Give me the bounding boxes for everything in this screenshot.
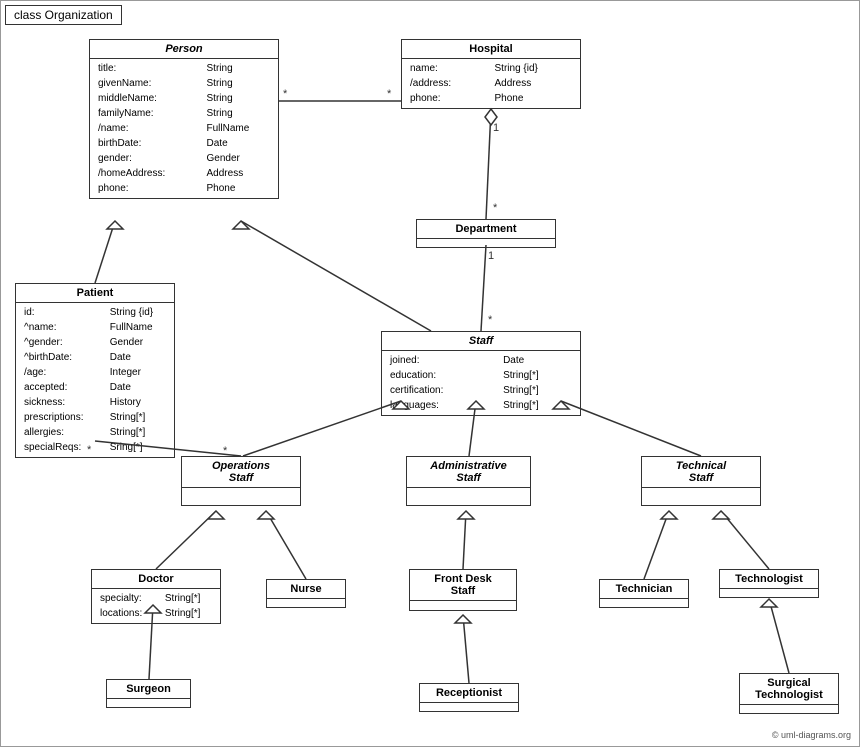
class-nurse-body xyxy=(267,599,345,607)
copyright-text: © uml-diagrams.org xyxy=(772,730,851,740)
class-technologist: Technologist xyxy=(719,569,819,598)
class-patient: Patient id:String {id} ^name:FullName ^g… xyxy=(15,283,175,458)
svg-text:*: * xyxy=(387,88,392,100)
class-technician-header: Technician xyxy=(600,580,688,599)
class-nurse-header: Nurse xyxy=(267,580,345,599)
class-person-body: title:String givenName:String middleName… xyxy=(90,59,278,198)
class-technician-body xyxy=(600,599,688,607)
class-front-desk-staff-body xyxy=(410,601,516,609)
svg-text:*: * xyxy=(493,202,498,214)
class-patient-body: id:String {id} ^name:FullName ^gender:Ge… xyxy=(16,303,174,457)
class-receptionist-header: Receptionist xyxy=(420,684,518,703)
class-staff-body: joined:Date education:String[*] certific… xyxy=(382,351,580,415)
class-staff-header: Staff xyxy=(382,332,580,351)
class-technologist-header: Technologist xyxy=(720,570,818,589)
class-patient-header: Patient xyxy=(16,284,174,303)
class-surgeon-header: Surgeon xyxy=(107,680,190,699)
class-surgical-technologist: SurgicalTechnologist xyxy=(739,673,839,714)
class-operations-staff: OperationsStaff xyxy=(181,456,301,506)
class-staff: Staff joined:Date education:String[*] ce… xyxy=(381,331,581,416)
class-administrative-staff-body xyxy=(407,488,530,496)
class-person-header: Person xyxy=(90,40,278,59)
class-doctor-header: Doctor xyxy=(92,570,220,589)
class-operations-staff-body xyxy=(182,488,300,496)
svg-text:1: 1 xyxy=(493,122,499,134)
class-technical-staff: TechnicalStaff xyxy=(641,456,761,506)
class-nurse: Nurse xyxy=(266,579,346,608)
class-receptionist: Receptionist xyxy=(419,683,519,712)
class-technician: Technician xyxy=(599,579,689,608)
class-front-desk-staff-header: Front DeskStaff xyxy=(410,570,516,601)
class-front-desk-staff: Front DeskStaff xyxy=(409,569,517,611)
class-technical-staff-header: TechnicalStaff xyxy=(642,457,760,488)
diagram-title: class Organization xyxy=(5,5,122,25)
class-technologist-body xyxy=(720,589,818,597)
class-administrative-staff-header: AdministrativeStaff xyxy=(407,457,530,488)
class-surgical-technologist-header: SurgicalTechnologist xyxy=(740,674,838,705)
svg-text:*: * xyxy=(488,314,493,326)
svg-text:1: 1 xyxy=(488,250,494,262)
class-receptionist-body xyxy=(420,703,518,711)
class-doctor: Doctor specialty:String[*] locations:Str… xyxy=(91,569,221,624)
class-hospital-body: name:String {id} /address:Address phone:… xyxy=(402,59,580,108)
diagram-container: class Organization Person title:String g… xyxy=(0,0,860,747)
class-department: Department xyxy=(416,219,556,248)
class-department-body xyxy=(417,239,555,247)
class-department-header: Department xyxy=(417,220,555,239)
class-person: Person title:String givenName:String mid… xyxy=(89,39,279,199)
svg-text:*: * xyxy=(283,88,288,100)
class-administrative-staff: AdministrativeStaff xyxy=(406,456,531,506)
class-technical-staff-body xyxy=(642,488,760,496)
title-text: class Organization xyxy=(14,8,113,22)
class-operations-staff-header: OperationsStaff xyxy=(182,457,300,488)
class-hospital: Hospital name:String {id} /address:Addre… xyxy=(401,39,581,109)
class-hospital-header: Hospital xyxy=(402,40,580,59)
class-surgical-technologist-body xyxy=(740,705,838,713)
class-surgeon: Surgeon xyxy=(106,679,191,708)
class-surgeon-body xyxy=(107,699,190,707)
class-doctor-body: specialty:String[*] locations:String[*] xyxy=(92,589,220,623)
